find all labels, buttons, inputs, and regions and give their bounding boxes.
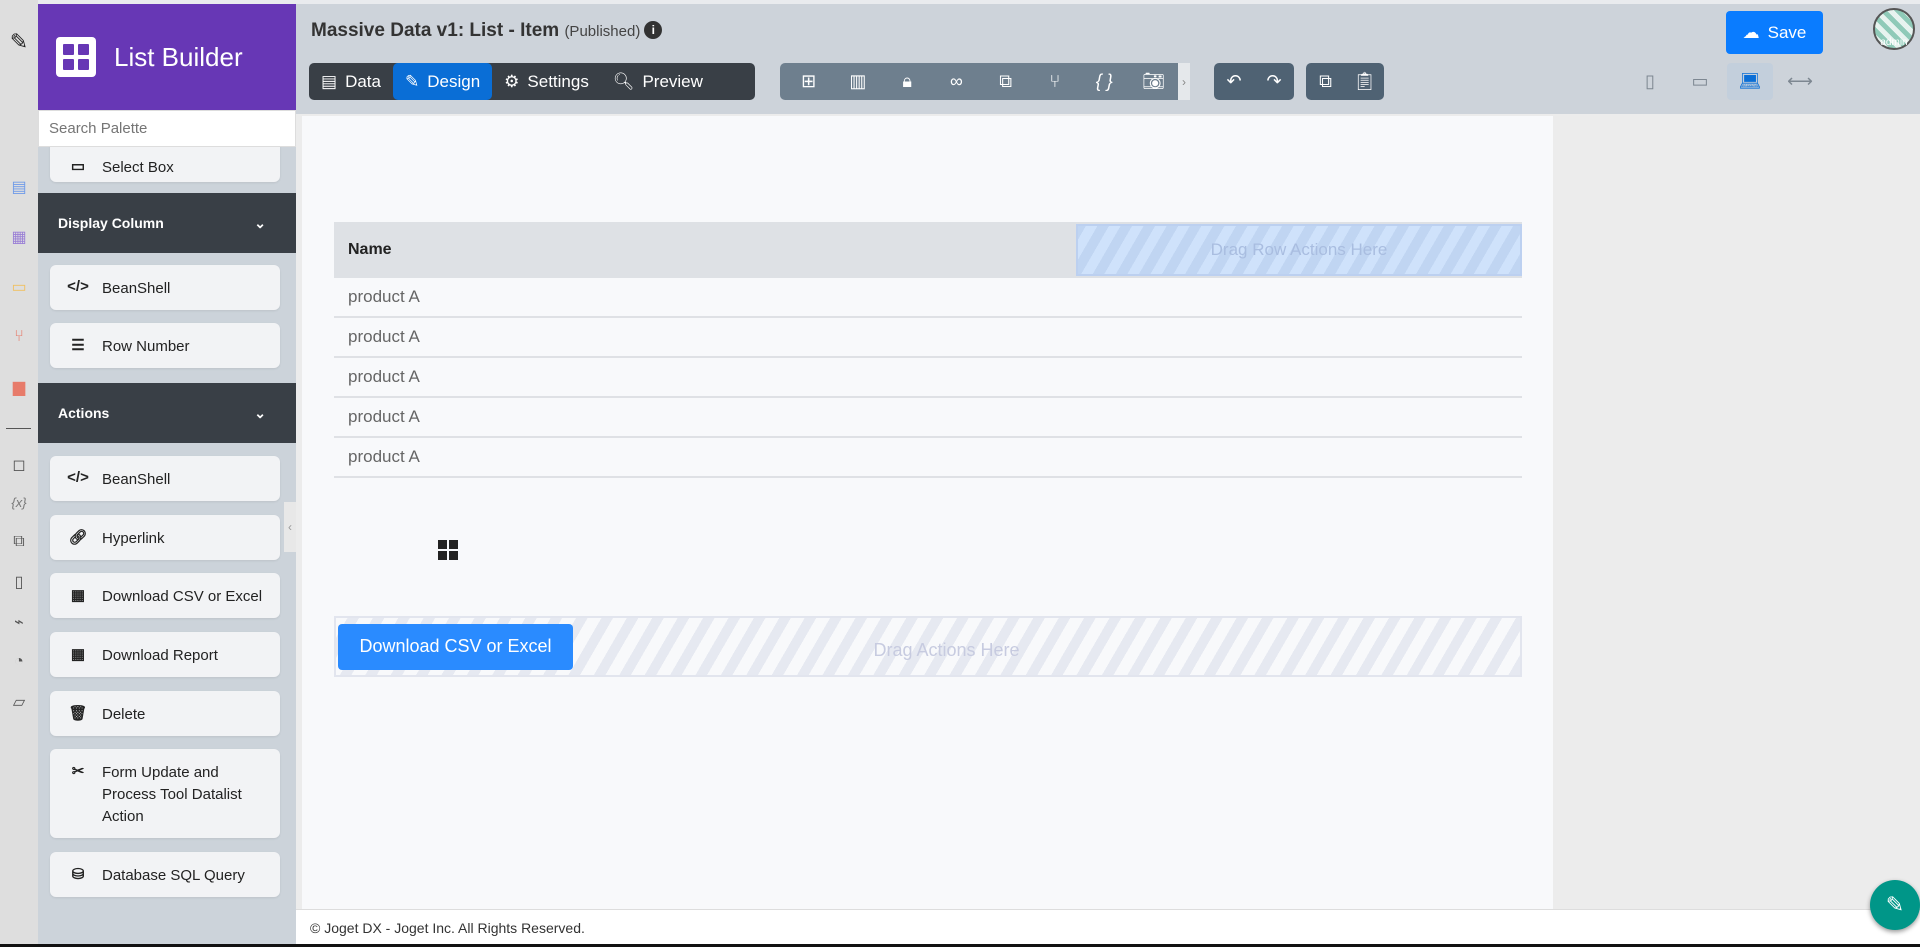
avatar[interactable]: admin bbox=[1873, 8, 1915, 50]
palette-item-form-update[interactable]: ✂ Form Update and Process Tool Datalist A… bbox=[50, 749, 280, 838]
grid-icon: ▦ bbox=[70, 587, 86, 604]
log-icon[interactable]: ▱ bbox=[7, 690, 31, 714]
table-row: product A bbox=[334, 358, 1522, 398]
download-csv-button[interactable]: Download CSV or Excel bbox=[338, 623, 573, 670]
chevron-down-icon: ⌄ bbox=[254, 214, 266, 231]
collapse-sidebar-handle[interactable]: ‹ bbox=[284, 502, 296, 552]
copy-paste-group: ⧉ 📋︎ bbox=[1306, 63, 1384, 100]
design-icon: ✎ bbox=[404, 71, 420, 91]
tab-design[interactable]: ✎ Design bbox=[392, 63, 493, 100]
row-actions-dropzone[interactable]: Drag Row Actions Here bbox=[1076, 224, 1522, 276]
app-icon-strip: ✎ ▤ ▦ ▭ ⑂ ▆ ◻ {x} ⧉ ▯ ⌁ ◔ ▱ bbox=[0, 0, 38, 944]
brand: List Builder bbox=[38, 4, 296, 110]
actions-placeholder: Drag Actions Here bbox=[873, 640, 1020, 660]
variable-icon[interactable]: {x} bbox=[7, 490, 31, 514]
numbered-list-icon: ☰ bbox=[71, 337, 85, 354]
palette-item-hyperlink[interactable]: 🔗︎ Hyperlink bbox=[50, 515, 280, 560]
performance-icon[interactable]: ◔ bbox=[7, 650, 31, 674]
select-box-icon: ▭ bbox=[70, 158, 86, 175]
undo-redo-group: ↶ ↷ bbox=[1214, 63, 1294, 100]
cloud-upload-icon: ☁ bbox=[1742, 22, 1760, 42]
table-row: product A bbox=[334, 278, 1522, 318]
palette-item-database-sql[interactable]: ⛁ Database SQL Query bbox=[50, 852, 280, 897]
tools-icon: ✂ bbox=[71, 763, 85, 780]
tree-viewer-icon[interactable]: ▥ bbox=[833, 63, 882, 100]
tablet-view-icon[interactable]: ▭ bbox=[1677, 63, 1723, 100]
grid-icon: ▦ bbox=[70, 646, 86, 663]
brand-title: List Builder bbox=[114, 41, 243, 72]
pdf-icon[interactable]: ▆ bbox=[7, 375, 31, 399]
table-row: product A bbox=[334, 438, 1522, 478]
chevron-down-icon: ⌄ bbox=[254, 404, 266, 421]
copy-icon[interactable]: ⧉ bbox=[1306, 63, 1345, 100]
pencil-icon: ✎ bbox=[1885, 892, 1905, 917]
tools-toolbar: ⊞ ▥ 🔒︎ ∞ ⧉ ⑂ { } 📷︎ › bbox=[780, 63, 1190, 100]
actions-dropzone[interactable]: Download CSV or Excel Drag Actions Here bbox=[334, 616, 1522, 677]
binoculars-icon[interactable]: ∞ bbox=[932, 63, 981, 100]
translate-icon[interactable]: ⧉ bbox=[7, 530, 31, 554]
edit-icon[interactable]: ✎ bbox=[7, 29, 31, 54]
process-builder-icon[interactable]: ⑂ bbox=[7, 325, 31, 349]
preview-icon: 🔍︎ bbox=[612, 71, 635, 91]
scroll-right-icon[interactable]: › bbox=[1178, 63, 1190, 100]
palette-item-download-csv[interactable]: ▦ Download CSV or Excel bbox=[50, 573, 280, 618]
status-badge: (Published) bbox=[564, 23, 641, 40]
plugin-icon[interactable]: ⌁ bbox=[7, 610, 31, 634]
undo-icon[interactable]: ↶ bbox=[1214, 63, 1254, 100]
palette-item-row-number[interactable]: ☰ Row Number bbox=[50, 323, 280, 368]
tab-data[interactable]: ▤ Data bbox=[309, 63, 393, 100]
tab-preview[interactable]: 🔍︎ Preview bbox=[601, 63, 715, 100]
gear-icon: ⚙ bbox=[504, 71, 520, 91]
camera-icon[interactable]: 📷︎ bbox=[1129, 63, 1178, 100]
palette-sidebar: ▭ Select Box Display Column ⌄ </> BeanShell… bbox=[38, 147, 296, 944]
code-icon: </> bbox=[67, 469, 89, 486]
full-width-icon[interactable]: ⟷ bbox=[1777, 63, 1823, 100]
desktop-view-icon[interactable]: 💻︎ bbox=[1727, 63, 1773, 100]
column-header-name[interactable]: Name Drag Row Actions Here bbox=[334, 222, 1522, 278]
branch-icon[interactable]: ⑂ bbox=[1030, 63, 1079, 100]
userview-builder-icon[interactable]: ▭ bbox=[7, 275, 31, 299]
grid-icon[interactable] bbox=[438, 540, 458, 560]
palette-item-beanshell[interactable]: </> BeanShell bbox=[50, 265, 280, 310]
tree-icon[interactable]: ⊞ bbox=[784, 63, 833, 100]
info-icon[interactable]: i bbox=[644, 21, 663, 39]
edit-fab-button[interactable]: ✎ bbox=[1870, 880, 1920, 930]
section-display-column[interactable]: Display Column ⌄ bbox=[38, 193, 296, 253]
builder-tabs: ▤ Data ✎ Design ⚙ Settings 🔍︎ Preview bbox=[309, 63, 755, 100]
database-icon: ⛁ bbox=[71, 866, 85, 883]
list-table: Name Drag Row Actions Here product A pro… bbox=[334, 222, 1522, 478]
translate-icon[interactable]: ⧉ bbox=[981, 63, 1030, 100]
redo-icon[interactable]: ↷ bbox=[1254, 63, 1294, 100]
report-icon[interactable]: ▯ bbox=[7, 570, 31, 594]
list-builder-icon[interactable]: ▦ bbox=[7, 225, 31, 249]
divider bbox=[6, 428, 31, 429]
data-icon: ▤ bbox=[321, 71, 338, 91]
form-builder-icon[interactable]: ▤ bbox=[7, 175, 31, 199]
section-actions[interactable]: Actions ⌄ bbox=[38, 383, 296, 443]
palette-item-beanshell-action[interactable]: </> BeanShell bbox=[50, 456, 280, 501]
palette-item-download-report[interactable]: ▦ Download Report bbox=[50, 632, 280, 677]
search-palette-input[interactable] bbox=[38, 110, 296, 147]
list-builder-logo-icon bbox=[56, 37, 96, 77]
table-row: product A bbox=[334, 318, 1522, 358]
trash-icon: 🗑︎ bbox=[68, 705, 88, 722]
palette-item-delete[interactable]: 🗑︎ Delete bbox=[50, 691, 280, 736]
tab-settings[interactable]: ⚙ Settings bbox=[492, 63, 601, 100]
save-button[interactable]: ☁ Save bbox=[1726, 11, 1823, 54]
page-title: Massive Data v1: List - Item (Published)… bbox=[311, 20, 663, 42]
lock-icon[interactable]: 🔒︎ bbox=[883, 63, 932, 100]
json-icon[interactable]: { } bbox=[1080, 63, 1129, 100]
code-icon: </> bbox=[67, 278, 89, 295]
paste-icon[interactable]: 📋︎ bbox=[1345, 63, 1384, 100]
mobile-view-icon[interactable]: ▯ bbox=[1627, 63, 1673, 100]
footer: © Joget DX - Joget Inc. All Rights Reser… bbox=[296, 909, 1920, 944]
link-icon: 🔗︎ bbox=[68, 529, 88, 546]
palette-item-select-box[interactable]: ▭ Select Box bbox=[50, 147, 280, 182]
table-row: product A bbox=[334, 398, 1522, 438]
note-icon[interactable]: ◻ bbox=[7, 453, 31, 477]
